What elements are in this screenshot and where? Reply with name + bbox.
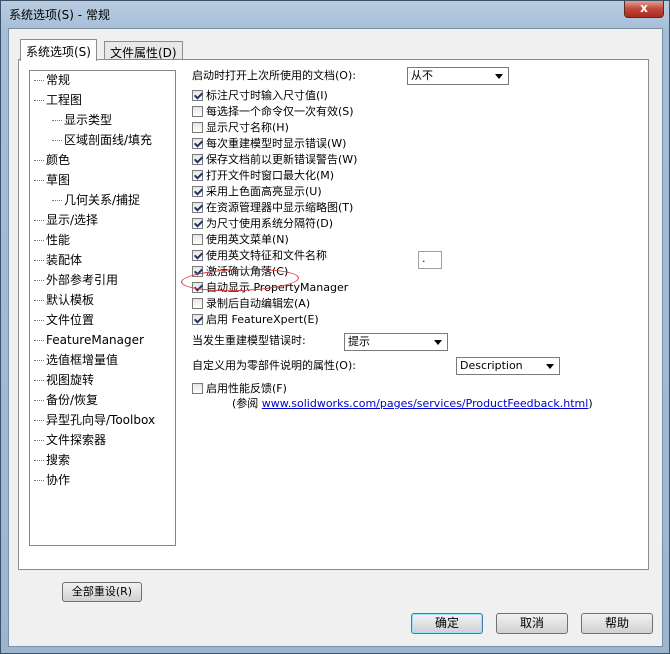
chevron-down-icon [434, 340, 442, 345]
feedback-link[interactable]: www.solidworks.com/pages/services/Produc… [262, 397, 589, 410]
checkbox[interactable] [192, 106, 203, 117]
checkbox[interactable] [192, 186, 203, 197]
checkbox[interactable] [192, 298, 203, 309]
tree-item-featuremanager[interactable]: FeatureManager [34, 331, 144, 349]
open-last-label: 启动时打开上次所使用的文档(O): [192, 69, 356, 82]
rebuild-error-label: 当发生重建模型错误时: [192, 334, 306, 347]
close-icon: x [640, 1, 648, 15]
rebuild-error-select[interactable]: 提示 [344, 333, 448, 351]
feedback-reference: (参阅 www.solidworks.com/pages/services/Pr… [232, 397, 593, 410]
option-enable-featurexpert[interactable]: 启用 FeatureXpert(E) [192, 312, 319, 328]
tree-item-sketch[interactable]: 草图 [34, 171, 70, 189]
tree-item-assemblies[interactable]: 装配体 [34, 251, 82, 269]
checkbox[interactable] [192, 202, 203, 213]
help-button[interactable]: 帮助 [581, 613, 653, 634]
reset-all-button[interactable]: 全部重设(R) [62, 582, 142, 602]
open-last-select[interactable]: 从不 [407, 67, 509, 85]
checkbox[interactable] [192, 218, 203, 229]
option-use-english-feature-names[interactable]: 使用英文特征和文件名称 [192, 248, 327, 264]
custom-property-label: 自定义用为零部件说明的属性(O): [192, 359, 356, 372]
tree-item-search[interactable]: 搜索 [34, 451, 70, 469]
checkbox[interactable] [192, 314, 203, 325]
checkbox[interactable] [192, 90, 203, 101]
option-show-thumbnail-explorer[interactable]: 在资源管理器中显示缩略图(T) [192, 200, 353, 216]
tree-item-file-locations[interactable]: 文件位置 [34, 311, 94, 329]
close-button[interactable]: x [624, 1, 664, 18]
option-use-shaded-face-highlighting[interactable]: 采用上色面高亮显示(U) [192, 184, 322, 200]
option-warn-before-saving[interactable]: 保存文档前以更新错误警告(W) [192, 152, 357, 168]
category-tree[interactable]: 常规 工程图 显示类型 区域剖面线/填充 颜色 草图 几何关系/捕捉 显示/选择… [29, 70, 176, 546]
tree-item-backup-recover[interactable]: 备份/恢复 [34, 391, 98, 409]
window-title: 系统选项(S) - 常规 [9, 8, 110, 22]
rebuild-error-value: 提示 [348, 335, 370, 348]
option-use-system-separator[interactable]: 为尺寸使用系统分隔符(D) [192, 216, 333, 232]
tree-item-display-style[interactable]: 显示类型 [52, 111, 112, 129]
separator-input[interactable]: . [418, 251, 442, 269]
open-last-value: 从不 [411, 69, 433, 82]
cancel-button[interactable]: 取消 [496, 613, 568, 634]
option-show-errors-every-rebuild[interactable]: 每次重建模型时显示错误(W) [192, 136, 346, 152]
option-auto-show-propertymanager[interactable]: 自动显示 PropertyManager [192, 280, 348, 296]
chevron-down-icon [546, 364, 554, 369]
custom-property-select[interactable]: Description [456, 357, 560, 375]
tree-item-general[interactable]: 常规 [34, 71, 70, 89]
option-auto-edit-macro[interactable]: 录制后自动编辑宏(A) [192, 296, 310, 312]
ok-button[interactable]: 确定 [411, 613, 483, 634]
options-dialog: 系统选项(S) - 常规 x 系统选项(S) 文件属性(D) 常规 工程图 显示… [0, 0, 670, 654]
tree-item-file-explorer[interactable]: 文件探索器 [34, 431, 106, 449]
dialog-body: 系统选项(S) 文件属性(D) 常规 工程图 显示类型 区域剖面线/填充 颜色 … [8, 28, 663, 647]
tree-item-spin-box-increments[interactable]: 选值框增量值 [34, 351, 118, 369]
tree-item-hole-wizard-toolbox[interactable]: 异型孔向导/Toolbox [34, 411, 155, 429]
tree-item-relations-snaps[interactable]: 几何关系/捕捉 [52, 191, 140, 209]
tree-item-performance[interactable]: 性能 [34, 231, 70, 249]
checkbox[interactable] [192, 266, 203, 277]
option-enable-performance-feedback[interactable]: 启用性能反馈(F) [192, 381, 287, 397]
tab-panel: 常规 工程图 显示类型 区域剖面线/填充 颜色 草图 几何关系/捕捉 显示/选择… [18, 59, 649, 602]
checkbox[interactable] [192, 250, 203, 261]
option-input-dimension-value[interactable]: 标注尺寸时输入尺寸值(I) [192, 88, 328, 104]
option-enable-confirmation-corner[interactable]: 激活确认角落(C) [192, 264, 288, 280]
title-bar[interactable]: 系统选项(S) - 常规 x [1, 1, 669, 29]
tree-item-external-references[interactable]: 外部参考引用 [34, 271, 118, 289]
option-maximize-on-open[interactable]: 打开文件时窗口最大化(M) [192, 168, 334, 184]
option-show-dimension-names[interactable]: 显示尺寸名称(H) [192, 120, 289, 136]
tree-item-default-templates[interactable]: 默认模板 [34, 291, 94, 309]
tree-item-collaboration[interactable]: 协作 [34, 471, 70, 489]
checkbox[interactable] [192, 282, 203, 293]
tree-item-drawings[interactable]: 工程图 [34, 91, 82, 109]
tab-system-options[interactable]: 系统选项(S) [20, 39, 97, 61]
custom-property-value: Description [460, 359, 523, 372]
tree-item-area-hatch[interactable]: 区域剖面线/填充 [52, 131, 152, 149]
tree-item-display-selection[interactable]: 显示/选择 [34, 211, 98, 229]
checkbox[interactable] [192, 383, 203, 394]
checkbox[interactable] [192, 154, 203, 165]
option-single-command-per-pick[interactable]: 每选择一个命令仅一次有效(S) [192, 104, 354, 120]
chevron-down-icon [495, 74, 503, 79]
checkbox[interactable] [192, 234, 203, 245]
tab-document-properties[interactable]: 文件属性(D) [104, 41, 183, 60]
checkbox[interactable] [192, 170, 203, 181]
checkbox[interactable] [192, 138, 203, 149]
tree-item-view-rotation[interactable]: 视图旋转 [34, 371, 94, 389]
option-use-english-menus[interactable]: 使用英文菜单(N) [192, 232, 289, 248]
checkbox[interactable] [192, 122, 203, 133]
tree-item-colors[interactable]: 颜色 [34, 151, 70, 169]
